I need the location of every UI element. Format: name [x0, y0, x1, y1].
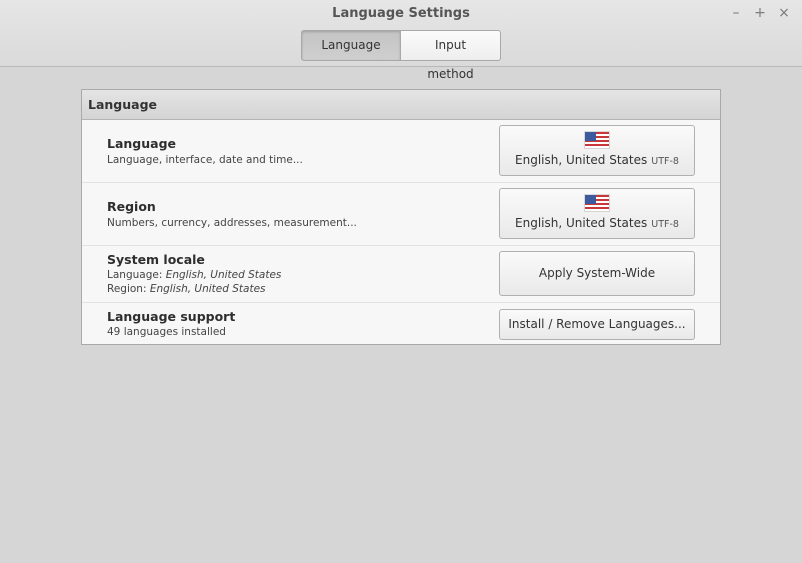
system-locale-language: Language: English, United States [107, 269, 281, 281]
tab-switcher: Language Input method [301, 30, 501, 81]
language-row-text: Language Language, interface, date and t… [107, 136, 303, 166]
language-row-title: Language [107, 136, 177, 151]
language-encoding: UTF-8 [651, 156, 679, 167]
region-row-title: Region [107, 199, 156, 214]
region-encoding: UTF-8 [651, 219, 679, 230]
language-frame: Language Language Language, interface, d… [81, 89, 721, 345]
region-row-text: Region Numbers, currency, addresses, mea… [107, 199, 357, 229]
language-button-text: English, United States UTF-8 [500, 153, 694, 167]
us-flag-icon [585, 132, 609, 148]
language-select-button[interactable]: English, United States UTF-8 [499, 125, 695, 176]
system-locale-region-value: English, United States [149, 283, 266, 295]
language-button-label: English, United States [515, 153, 648, 167]
maximize-icon[interactable]: + [751, 3, 769, 23]
system-locale-language-prefix: Language: [107, 269, 166, 281]
system-locale-region: Region: English, United States [107, 283, 281, 295]
language-row: Language Language, interface, date and t… [82, 120, 720, 183]
language-support-text: Language support 49 languages installed [107, 309, 235, 338]
install-remove-languages-button[interactable]: Install / Remove Languages... [499, 309, 695, 340]
system-locale-title: System locale [107, 252, 205, 267]
region-row-subtitle: Numbers, currency, addresses, measuremen… [107, 217, 357, 229]
region-row: Region Numbers, currency, addresses, mea… [82, 183, 720, 246]
tab-input-method[interactable]: Input method [401, 30, 501, 81]
region-select-button[interactable]: English, United States UTF-8 [499, 188, 695, 239]
tab-language[interactable]: Language [301, 30, 401, 61]
window-title: Language Settings [332, 6, 470, 21]
language-settings-window: Language Settings – + × Language Input m… [0, 0, 802, 563]
system-locale-language-value: English, United States [165, 269, 282, 281]
region-button-text: English, United States UTF-8 [500, 216, 694, 230]
apply-system-wide-button[interactable]: Apply System-Wide [499, 251, 695, 296]
close-icon[interactable]: × [775, 3, 793, 23]
title-bar: Language Settings – + × Language Input m… [0, 0, 802, 81]
system-locale-row: System locale Language: English, United … [82, 246, 720, 303]
frame-header: Language [82, 90, 720, 120]
language-support-title: Language support [107, 309, 236, 324]
language-support-row: Language support 49 languages installed … [82, 303, 720, 345]
minimize-icon[interactable]: – [727, 3, 745, 23]
us-flag-icon [585, 195, 609, 211]
region-button-label: English, United States [515, 216, 648, 230]
language-row-subtitle: Language, interface, date and time... [107, 154, 303, 166]
language-support-subtitle: 49 languages installed [107, 326, 226, 338]
system-locale-text: System locale Language: English, United … [107, 252, 281, 295]
system-locale-region-prefix: Region: [107, 283, 150, 295]
